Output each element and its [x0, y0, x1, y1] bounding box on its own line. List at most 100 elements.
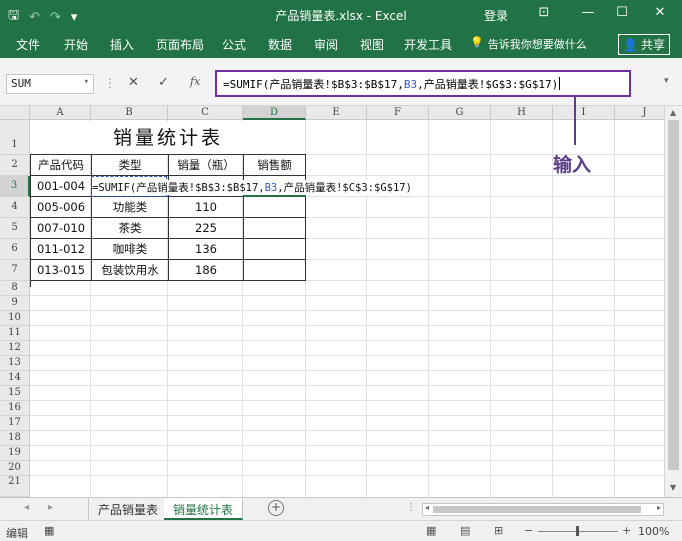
zoom-slider-knob[interactable] — [576, 526, 579, 536]
cell-amount[interactable] — [244, 218, 306, 239]
row-header-2[interactable]: 2 — [0, 155, 30, 176]
scroll-thumb[interactable] — [668, 120, 679, 470]
row-header-20[interactable]: 20 — [0, 461, 30, 476]
tab-formulas[interactable]: 公式 — [222, 36, 246, 53]
header-type[interactable]: 类型 — [92, 155, 169, 176]
zoom-in-icon[interactable]: + — [622, 524, 631, 537]
zoom-out-icon[interactable]: − — [524, 524, 533, 537]
row-header-19[interactable]: 19 — [0, 446, 30, 461]
column-header-d[interactable]: D — [243, 106, 306, 120]
header-product-code[interactable]: 产品代码 — [31, 155, 92, 176]
row-header-16[interactable]: 16 — [0, 401, 30, 416]
cell-code[interactable]: 001-004 — [31, 176, 92, 197]
row-header-13[interactable]: 13 — [0, 356, 30, 371]
row-header-3[interactable]: 3 — [0, 176, 30, 197]
row-header-12[interactable]: 12 — [0, 341, 30, 356]
row-header-18[interactable]: 18 — [0, 431, 30, 446]
cancel-icon[interactable]: ✕ — [128, 75, 139, 90]
tab-home[interactable]: 开始 — [64, 36, 88, 53]
close-button[interactable]: ✕ — [650, 5, 670, 20]
tab-review[interactable]: 审阅 — [314, 36, 338, 53]
minimize-button[interactable]: — — [578, 5, 598, 20]
cell-amount[interactable] — [244, 197, 306, 218]
header-quantity[interactable]: 销量（瓶） — [169, 155, 244, 176]
cell-quantity[interactable]: 225 — [169, 218, 244, 239]
normal-view-icon[interactable]: ▦ — [426, 524, 436, 537]
column-header-i[interactable]: I — [553, 106, 615, 120]
insert-function-icon[interactable]: fx — [190, 75, 200, 88]
column-header-f[interactable]: F — [367, 106, 429, 120]
scroll-left-icon[interactable]: ◂ — [425, 503, 429, 512]
editing-cell-text[interactable]: =SUMIF(产品销量表!$B$3:$B$17,B3,产品销量表!$C$3:$G… — [92, 180, 412, 195]
cell-code[interactable]: 011-012 — [31, 239, 92, 260]
cell-quantity[interactable]: 110 — [169, 197, 244, 218]
drag-handle-icon[interactable]: ⋮ — [406, 502, 416, 513]
column-header-c[interactable]: C — [168, 106, 243, 120]
login-button[interactable]: 登录 — [484, 7, 508, 24]
sheet-title[interactable]: 销量统计表 — [31, 122, 305, 154]
row-header-21[interactable]: 21 — [0, 476, 30, 497]
row-header-7[interactable]: 7 — [0, 260, 30, 281]
row-header-4[interactable]: 4 — [0, 197, 30, 218]
row-header-11[interactable]: 11 — [0, 326, 30, 341]
name-box[interactable]: SUM ▾ — [6, 74, 94, 94]
tab-file[interactable]: 文件 — [16, 36, 40, 53]
cell-type[interactable]: 茶类 — [92, 218, 169, 239]
scroll-thumb[interactable] — [433, 506, 641, 513]
drag-handle-icon[interactable]: ⋮ — [104, 76, 116, 90]
row-header-17[interactable]: 17 — [0, 416, 30, 431]
cell-amount[interactable] — [244, 260, 306, 281]
maximize-button[interactable]: ☐ — [612, 5, 632, 20]
vertical-scrollbar[interactable]: ▲ ▼ — [664, 106, 682, 497]
row-header-8[interactable]: 8 — [0, 281, 30, 296]
row-header-14[interactable]: 14 — [0, 371, 30, 386]
chevron-down-icon[interactable]: ▾ — [84, 77, 89, 87]
tab-developer[interactable]: 开发工具 — [404, 36, 452, 53]
column-header-a[interactable]: A — [30, 106, 91, 120]
row-header-15[interactable]: 15 — [0, 386, 30, 401]
header-sales-amount[interactable]: 销售额 — [244, 155, 306, 176]
row-header-9[interactable]: 9 — [0, 296, 30, 311]
previous-sheet-icon[interactable]: ◂ — [24, 502, 29, 513]
enter-icon[interactable]: ✓ — [158, 75, 169, 90]
add-sheet-icon[interactable]: + — [268, 500, 284, 516]
column-header-e[interactable]: E — [306, 106, 367, 120]
horizontal-scrollbar[interactable]: ◂ ▸ — [422, 503, 664, 516]
tell-me-box[interactable]: 💡 告诉我你想要做什么 — [470, 36, 587, 52]
row-header-6[interactable]: 6 — [0, 239, 30, 260]
cell-type[interactable]: 功能类 — [92, 197, 169, 218]
column-header-g[interactable]: G — [429, 106, 491, 120]
column-header-b[interactable]: B — [91, 106, 168, 120]
column-header-j[interactable]: J — [615, 106, 664, 120]
cell-amount[interactable] — [244, 239, 306, 260]
sheet-tab-product-sales[interactable]: 产品销量表 — [88, 498, 169, 520]
tab-data[interactable]: 数据 — [268, 36, 292, 53]
page-break-view-icon[interactable]: ⊞ — [494, 524, 503, 537]
tab-insert[interactable]: 插入 — [110, 36, 134, 53]
column-header-h[interactable]: H — [491, 106, 553, 120]
ribbon-display-icon[interactable]: ⊡ — [534, 5, 554, 20]
cell-type[interactable]: 咖啡类 — [92, 239, 169, 260]
cell-quantity[interactable]: 186 — [169, 260, 244, 281]
share-button[interactable]: 👤 共享 — [618, 34, 670, 55]
tab-view[interactable]: 视图 — [360, 36, 384, 53]
tab-page-layout[interactable]: 页面布局 — [156, 36, 204, 53]
cell-code[interactable]: 005-006 — [31, 197, 92, 218]
zoom-level[interactable]: 100% — [638, 525, 669, 538]
cell-type[interactable]: 包装饮用水 — [92, 260, 169, 281]
row-header-5[interactable]: 5 — [0, 218, 30, 239]
sheet-tab-sales-summary[interactable]: 销量统计表 — [164, 498, 244, 520]
row-header-10[interactable]: 10 — [0, 311, 30, 326]
formula-input[interactable]: =SUMIF(产品销量表!$B$3:$B$17,B3,产品销量表!$G$3:$G… — [215, 70, 631, 97]
scroll-down-icon[interactable]: ▼ — [670, 483, 676, 492]
select-all-corner[interactable] — [0, 106, 30, 120]
cell-code[interactable]: 013-015 — [31, 260, 92, 281]
page-layout-view-icon[interactable]: ▤ — [460, 524, 470, 537]
scroll-right-icon[interactable]: ▸ — [657, 503, 661, 512]
macro-record-icon[interactable]: ▦ — [44, 524, 54, 537]
cell-code[interactable]: 007-010 — [31, 218, 92, 239]
scroll-up-icon[interactable]: ▲ — [670, 108, 676, 117]
expand-formula-icon[interactable]: ▾ — [664, 76, 669, 86]
cell-quantity[interactable]: 136 — [169, 239, 244, 260]
row-header-1[interactable]: 1 — [0, 120, 30, 155]
